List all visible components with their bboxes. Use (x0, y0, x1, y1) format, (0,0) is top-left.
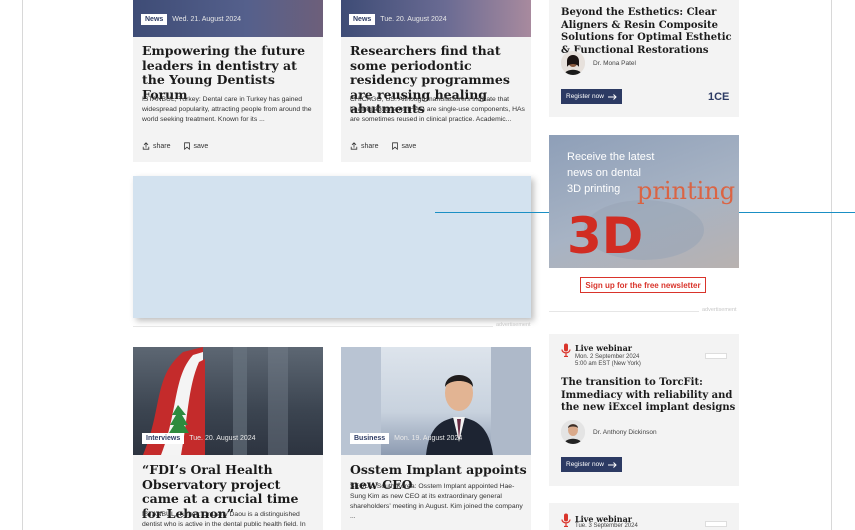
3d-word: 3D (567, 207, 643, 265)
save-button[interactable]: save (391, 142, 417, 150)
save-label: save (193, 142, 209, 150)
divider (133, 326, 493, 327)
avatar (561, 51, 585, 75)
advertisement-slot[interactable] (133, 176, 531, 318)
webinar-label: Live webinar (575, 343, 633, 353)
article-excerpt: ISTANBUL, Turkey: Dr Dany Daou is a dist… (142, 511, 306, 528)
save-label: save (401, 142, 417, 150)
divider (549, 311, 699, 312)
share-icon (350, 142, 358, 150)
webinar-time: 5:00 am EST (New York) (575, 361, 641, 367)
newsletter-signup-button[interactable]: Sign up for the free newsletter (580, 277, 706, 293)
advertisement-label: advertisement (702, 307, 737, 313)
speaker-portrait (561, 420, 585, 444)
speaker-name: Dr. Mona Patel (593, 60, 636, 67)
bookmark-icon (183, 142, 190, 150)
article-excerpt: CHICAGO, US: Although manufacturers indi… (350, 96, 525, 123)
speaker-portrait (561, 51, 585, 75)
article-image[interactable]: News Wed. 21. August 2024 (133, 0, 323, 37)
article-actions: share save (350, 142, 416, 150)
webinar-card[interactable]: Live webinar Tue. 3 September 2024 (549, 503, 739, 530)
webinar-card[interactable]: Live webinar Mon. 2 September 2024 5:00 … (549, 334, 739, 486)
article-image[interactable]: Business Mon. 19. August 2024 (341, 347, 531, 455)
article-image[interactable]: News Tue. 20. August 2024 (341, 0, 531, 37)
ce-credit-badge: 1CE (708, 91, 730, 103)
article-date: Tue. 20. August 2024 (380, 16, 447, 23)
category-badge[interactable]: News (349, 14, 376, 25)
course-title[interactable]: Beyond the Esthetics: Clear Aligners & R… (561, 7, 736, 57)
webinar-date: Mon. 2 September 2024 (575, 354, 640, 360)
article-date: Tue. 20. August 2024 (189, 435, 256, 442)
newsletter-promo[interactable]: printing 3D Receive the latest news on d… (549, 135, 739, 305)
register-label: Register now (566, 461, 604, 468)
article-date: Mon. 19. August 2024 (394, 435, 463, 442)
article-card[interactable]: News Tue. 20. August 2024 Researchers fi… (341, 0, 531, 162)
article-excerpt: ISTANBUL, Turkey: Dental care in Turkey … (142, 96, 312, 123)
webinar-title[interactable]: The transition to TorcFit: Immediacy wit… (561, 377, 736, 415)
microphone-icon (561, 513, 571, 527)
register-button[interactable]: Register now (561, 457, 622, 472)
save-button[interactable]: save (183, 142, 209, 150)
category-badge[interactable]: Interviews (142, 433, 185, 444)
microphone-icon (561, 343, 571, 357)
arrow-right-icon (607, 461, 617, 468)
promo-line-1: Receive the latest (567, 151, 655, 163)
share-button[interactable]: share (350, 142, 379, 150)
promo-line-3: 3D printing (567, 183, 621, 195)
category-badge[interactable]: Business (350, 433, 390, 444)
article-image[interactable]: Interviews Tue. 20. August 2024 (133, 347, 323, 455)
register-label: Register now (566, 93, 604, 100)
article-actions: share save (142, 142, 208, 150)
share-button[interactable]: share (142, 142, 171, 150)
article-card[interactable]: Business Mon. 19. August 2024 Osstem Imp… (341, 347, 531, 530)
register-button[interactable]: Register now (561, 89, 622, 104)
share-icon (142, 142, 150, 150)
advertisement-label: advertisement (496, 322, 531, 328)
speaker-name: Dr. Anthony Dickinson (593, 429, 657, 436)
promo-text: Receive the latest news on dental 3D pri… (567, 149, 654, 197)
share-label: share (153, 142, 171, 150)
article-excerpt: SEOUL, South Korea: Osstem Implant appoi… (350, 483, 523, 520)
article-card[interactable]: News Wed. 21. August 2024 Empowering the… (133, 0, 323, 162)
article-tag: Interviews Tue. 20. August 2024 (142, 433, 256, 444)
article-date: Wed. 21. August 2024 (172, 16, 242, 23)
article-tag: Business Mon. 19. August 2024 (350, 433, 462, 444)
arrow-right-icon (607, 93, 617, 100)
article-title[interactable]: Empowering the future leaders in dentist… (142, 43, 317, 102)
article-card[interactable]: Interviews Tue. 20. August 2024 “FDI’s O… (133, 347, 323, 530)
avatar (561, 420, 585, 444)
webinar-date: Tue. 3 September 2024 (575, 523, 638, 529)
article-tag: News Tue. 20. August 2024 (349, 14, 447, 25)
sponsor-logo (705, 353, 727, 359)
promo-image[interactable]: printing 3D Receive the latest news on d… (549, 135, 739, 268)
category-badge[interactable]: News (141, 14, 168, 25)
promo-line-2: news on dental (567, 167, 641, 179)
share-label: share (361, 142, 379, 150)
article-tag: News Wed. 21. August 2024 (141, 14, 241, 25)
course-card[interactable]: Beyond the Esthetics: Clear Aligners & R… (549, 0, 739, 117)
sponsor-logo (705, 521, 727, 527)
bookmark-icon (391, 142, 398, 150)
